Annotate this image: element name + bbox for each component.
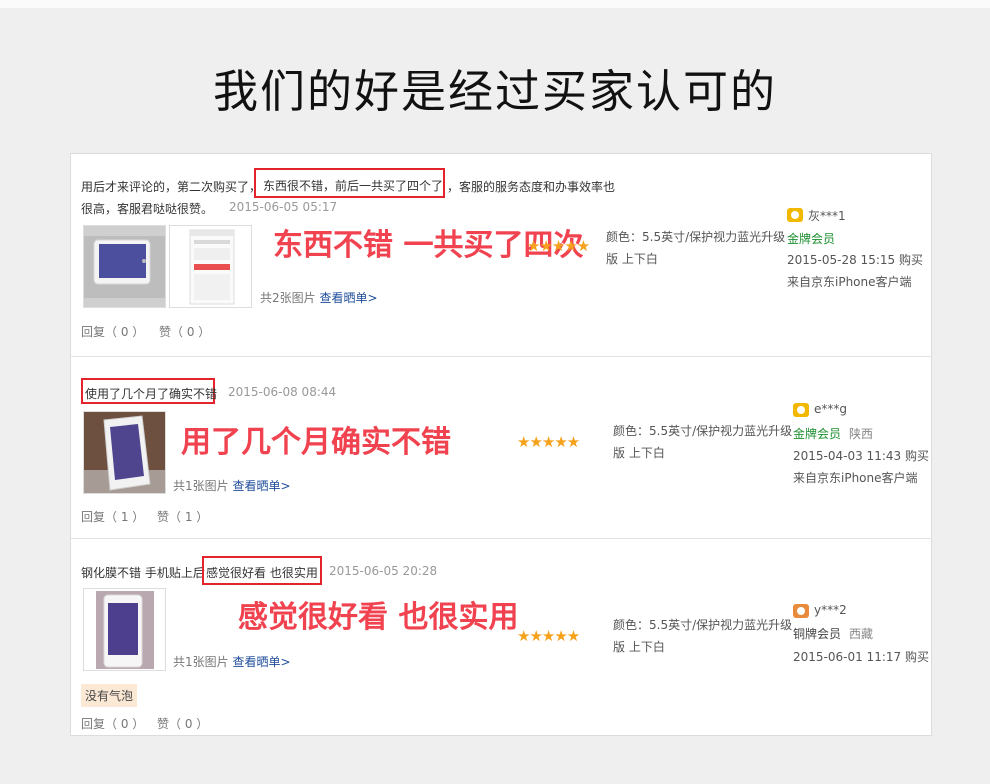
review-date: 2015-06-05 20:28 <box>329 564 438 578</box>
purchase-time: 2015-04-03 11:43 购买 <box>793 449 929 463</box>
spec-line: 颜色：5.5英寸/保护视力蓝光升级 <box>613 424 793 438</box>
user-level-icon <box>787 208 803 222</box>
reply-button[interactable]: 回复（ 0 ） <box>81 715 144 732</box>
top-strip <box>0 0 990 8</box>
review-item: 钢化膜不错 手机贴上后 感觉很好看 也很实用 2015-06-05 20:28 … <box>71 539 931 735</box>
review-source: 来自京东iPhone客户端 <box>793 471 918 485</box>
region: 西藏 <box>849 627 874 641</box>
picture-count-text: 共1张图片 <box>173 655 229 669</box>
review-photo-thumbnail[interactable] <box>83 588 166 671</box>
picture-count: 共1张图片 查看晒单> <box>173 477 291 494</box>
user-level-icon <box>793 604 809 618</box>
highlighted-review-text: 东西很不错，前后一共买了四个了 <box>254 168 445 198</box>
overlay-caption: 感觉很好看 也很实用 <box>238 600 519 635</box>
review-item: 使用了几个月了确实不错 2015-06-08 08:44 共1张图片 查看晒单>… <box>71 357 931 539</box>
member-level: 金牌会员 <box>793 427 842 441</box>
reply-button[interactable]: 回复（ 1 ） <box>81 508 144 525</box>
purchase-time: 2015-05-28 15:15 购买 <box>787 253 923 267</box>
spec-line: 颜色：5.5英寸/保护视力蓝光升级 <box>613 618 793 632</box>
user-name[interactable]: e***g <box>814 402 847 416</box>
highlighted-review-text: 感觉很好看 也很实用 <box>202 556 322 585</box>
user-level-icon <box>793 403 809 417</box>
review-photo-thumbnail[interactable] <box>83 225 166 308</box>
page-title: 我们的好是经过买家认可的 <box>212 65 777 118</box>
review-item: 用后才来评论的，第二次购买了， 东西很不错，前后一共买了四个了 ，客服的服务态度… <box>71 154 931 357</box>
overlay-caption: 用了几个月确实不错 <box>181 425 451 460</box>
like-button[interactable]: 赞（ 0 ） <box>159 323 210 340</box>
rating-stars: ★★★★★ <box>517 627 580 645</box>
phone-photo <box>84 226 165 307</box>
like-button[interactable]: 赞（ 0 ） <box>157 715 208 732</box>
review-tag: 没有气泡 <box>81 684 138 707</box>
review-photo-thumbnail[interactable] <box>169 225 252 308</box>
picture-count-text: 共1张图片 <box>173 479 229 493</box>
screenshot-photo <box>170 226 251 307</box>
view-photos-link[interactable]: 查看晒单> <box>232 479 290 493</box>
review-date: 2015-06-08 08:44 <box>228 385 337 399</box>
spec-line: 版 上下白 <box>606 252 658 266</box>
spec-line: 版 上下白 <box>613 446 665 460</box>
member-level: 金牌会员 <box>787 232 836 246</box>
product-spec: 颜色：5.5英寸/保护视力蓝光升级 版 上下白 <box>613 614 792 658</box>
rating-stars: ★★★★★ <box>527 237 590 255</box>
phone-photo <box>84 589 165 670</box>
highlighted-review-text: 使用了几个月了确实不错 <box>81 378 217 404</box>
review-text-start: 钢化膜不错 手机贴上后 <box>81 566 205 580</box>
product-spec: 颜色：5.5英寸/保护视力蓝光升级 版 上下白 <box>613 420 792 464</box>
member-level: 铜牌会员 <box>793 627 842 641</box>
product-spec: 颜色：5.5英寸/保护视力蓝光升级 版 上下白 <box>606 226 785 270</box>
view-photos-link[interactable]: 查看晒单> <box>319 291 377 305</box>
spec-line: 版 上下白 <box>613 640 665 654</box>
user-name[interactable]: 灰***1 <box>808 207 846 224</box>
picture-count: 共2张图片 查看晒单> <box>260 289 378 306</box>
user-name[interactable]: y***2 <box>814 603 847 617</box>
like-button[interactable]: 赞（ 1 ） <box>157 508 208 525</box>
review-text-start: 用后才来评论的，第二次购买了， <box>81 180 262 194</box>
review-date: 2015-06-05 05:17 <box>229 200 338 214</box>
review-text-line2: 很高，客服君哒哒很赞。 <box>81 202 214 216</box>
region: 陕西 <box>849 427 874 441</box>
review-text-end: ，客服的服务态度和办事效率也 <box>447 180 616 194</box>
picture-count-text: 共2张图片 <box>260 291 316 305</box>
phone-photo <box>84 412 165 493</box>
rating-stars: ★★★★★ <box>517 433 580 451</box>
review-photo-thumbnail[interactable] <box>83 411 166 494</box>
purchase-time: 2015-06-01 11:17 购买 <box>793 650 929 664</box>
review-panel: 用后才来评论的，第二次购买了， 东西很不错，前后一共买了四个了 ，客服的服务态度… <box>70 153 932 736</box>
spec-line: 颜色：5.5英寸/保护视力蓝光升级 <box>606 230 786 244</box>
view-photos-link[interactable]: 查看晒单> <box>232 655 290 669</box>
picture-count: 共1张图片 查看晒单> <box>173 653 291 670</box>
reply-button[interactable]: 回复（ 0 ） <box>81 323 144 340</box>
review-source: 来自京东iPhone客户端 <box>787 275 912 289</box>
